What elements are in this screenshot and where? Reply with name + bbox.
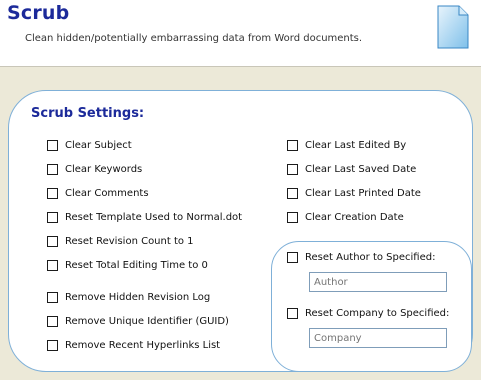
checkbox-box[interactable] — [47, 163, 58, 175]
clear-keywords-checkbox[interactable]: Clear Keywords — [47, 161, 142, 177]
clear-creation-date-checkbox[interactable]: Clear Creation Date — [287, 209, 404, 225]
company-input[interactable] — [309, 328, 447, 348]
reset-company-checkbox[interactable]: Reset Company to Specified: — [287, 305, 449, 321]
checkbox-box[interactable] — [287, 307, 298, 319]
reset-template-checkbox[interactable]: Reset Template Used to Normal.dot — [47, 209, 242, 225]
checkbox-box[interactable] — [47, 259, 58, 271]
remove-guid-checkbox[interactable]: Remove Unique Identifier (GUID) — [47, 313, 229, 329]
checkbox-label: Clear Comments — [65, 187, 149, 199]
checkbox-label: Reset Revision Count to 1 — [65, 235, 194, 247]
reset-editing-time-checkbox[interactable]: Reset Total Editing Time to 0 — [47, 257, 208, 273]
clear-subject-checkbox[interactable]: Clear Subject — [47, 137, 132, 153]
clear-comments-checkbox[interactable]: Clear Comments — [47, 185, 149, 201]
scrub-settings-title: Scrub Settings: — [31, 106, 145, 121]
checkbox-label: Reset Company to Specified: — [305, 307, 450, 319]
checkbox-box[interactable] — [47, 187, 58, 199]
checkbox-box[interactable] — [287, 163, 298, 175]
clear-last-saved-date-checkbox[interactable]: Clear Last Saved Date — [287, 161, 416, 177]
checkbox-label: Clear Keywords — [65, 163, 143, 175]
checkbox-label: Clear Last Saved Date — [305, 163, 417, 175]
clear-last-printed-date-checkbox[interactable]: Clear Last Printed Date — [287, 185, 421, 201]
checkbox-label: Reset Template Used to Normal.dot — [65, 211, 243, 223]
checkbox-box[interactable] — [287, 139, 298, 151]
remove-revision-log-checkbox[interactable]: Remove Hidden Revision Log — [47, 289, 210, 305]
remove-hyperlinks-checkbox[interactable]: Remove Recent Hyperlinks List — [47, 337, 220, 353]
reset-author-checkbox[interactable]: Reset Author to Specified: — [287, 249, 435, 265]
checkbox-box[interactable] — [287, 187, 298, 199]
checkbox-label: Clear Last Printed Date — [305, 187, 421, 199]
checkbox-box[interactable] — [47, 235, 58, 247]
checkbox-label: Reset Author to Specified: — [305, 251, 436, 263]
checkbox-box[interactable] — [47, 211, 58, 223]
document-icon — [437, 5, 469, 49]
checkbox-box[interactable] — [47, 139, 58, 151]
checkbox-label: Clear Creation Date — [305, 211, 404, 223]
checkbox-box[interactable] — [287, 251, 298, 263]
checkbox-label: Clear Subject — [65, 139, 132, 151]
checkbox-box[interactable] — [47, 291, 58, 303]
checkbox-label: Reset Total Editing Time to 0 — [65, 259, 208, 271]
checkbox-label: Remove Unique Identifier (GUID) — [65, 315, 229, 327]
checkbox-label: Clear Last Edited By — [305, 139, 407, 151]
page-subtitle: Clean hidden/potentially embarrassing da… — [25, 33, 363, 44]
checkbox-label: Remove Hidden Revision Log — [65, 291, 211, 303]
checkbox-box[interactable] — [287, 211, 298, 223]
clear-last-edited-by-checkbox[interactable]: Clear Last Edited By — [287, 137, 406, 153]
reset-revision-count-checkbox[interactable]: Reset Revision Count to 1 — [47, 233, 194, 249]
author-input[interactable] — [309, 272, 447, 292]
checkbox-label: Remove Recent Hyperlinks List — [65, 339, 221, 351]
page-title: Scrub — [7, 2, 70, 24]
checkbox-box[interactable] — [47, 315, 58, 327]
header: Scrub Clean hidden/potentially embarrass… — [0, 0, 481, 67]
checkbox-box[interactable] — [47, 339, 58, 351]
